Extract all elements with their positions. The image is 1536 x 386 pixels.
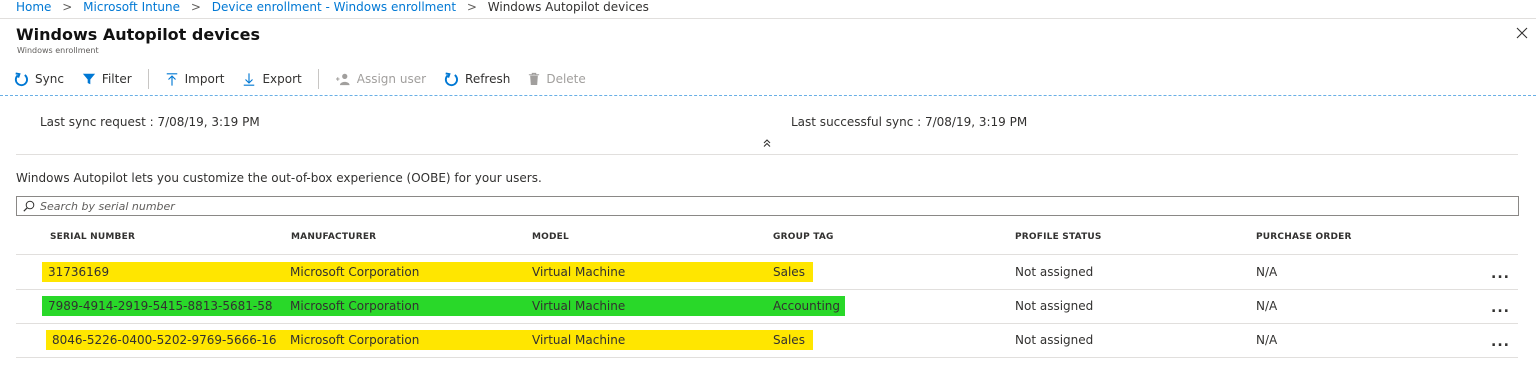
close-icon[interactable]	[1514, 25, 1530, 41]
toolbar-divider	[317, 69, 319, 89]
profile-status-cell: Not assigned	[1015, 333, 1094, 347]
purchase-order-cell: N/A	[1256, 299, 1278, 313]
table-header: SERIAL NUMBER MANUFACTURER MODEL GROUP T…	[0, 228, 1536, 248]
profile-status-cell: Not assigned	[1015, 299, 1094, 313]
more-options-button[interactable]: ...	[1491, 332, 1510, 352]
search-icon	[23, 200, 35, 212]
serial-number-cell: 7989-4914-2919-5415-8813-5681-58	[42, 296, 290, 316]
description-text: Windows Autopilot lets you customize the…	[16, 171, 542, 185]
refresh-button[interactable]: Refresh	[444, 71, 511, 87]
manufacturer-cell: Microsoft Corporation	[284, 330, 528, 350]
purchase-order-cell: N/A	[1256, 265, 1278, 279]
group-tag-cell: Sales	[767, 262, 813, 282]
group-tag-cell: Sales	[767, 330, 813, 350]
sync-icon	[14, 71, 28, 86]
import-label: Import	[184, 72, 225, 86]
manufacturer-cell: Microsoft Corporation	[284, 296, 528, 316]
refresh-label: Refresh	[465, 72, 511, 86]
serial-number-cell: 31736169	[42, 262, 290, 282]
search-box[interactable]	[16, 196, 1519, 216]
breadcrumb-intune-link[interactable]: Microsoft Intune	[83, 0, 180, 14]
column-header-model[interactable]: MODEL	[532, 232, 569, 242]
filter-button[interactable]: Filter	[82, 72, 132, 86]
import-icon	[166, 72, 177, 86]
export-label: Export	[262, 72, 302, 86]
filter-icon	[82, 73, 96, 85]
header-divider	[0, 18, 1536, 19]
column-header-serial-number[interactable]: SERIAL NUMBER	[50, 232, 135, 242]
search-input[interactable]	[40, 198, 1510, 214]
delete-label: Delete	[546, 72, 586, 86]
table-header-divider	[16, 254, 1518, 255]
last-successful-sync: Last successful sync : 7/08/19, 3:19 PM	[791, 115, 1028, 129]
column-header-group-tag[interactable]: GROUP TAG	[773, 232, 834, 242]
profile-status-cell: Not assigned	[1015, 265, 1094, 279]
column-header-manufacturer[interactable]: MANUFACTURER	[291, 232, 376, 242]
assign-user-label: Assign user	[356, 72, 427, 86]
more-options-button[interactable]: ...	[1491, 298, 1510, 318]
toolbar-divider-line	[0, 95, 1536, 96]
table-row[interactable]: 31736169 Microsoft Corporation Virtual M…	[16, 256, 1518, 290]
model-cell: Virtual Machine	[526, 296, 768, 316]
more-options-button[interactable]: ...	[1491, 264, 1510, 284]
collapse-up-icon[interactable]	[762, 138, 772, 148]
breadcrumb-current: Windows Autopilot devices	[487, 0, 649, 14]
page-title: Windows Autopilot devices	[16, 25, 260, 44]
delete-icon	[529, 72, 540, 85]
import-button[interactable]: Import	[165, 72, 225, 87]
breadcrumb-separator: >	[62, 0, 73, 14]
table-row[interactable]: 8046-5226-0400-5202-9769-5666-16 Microso…	[16, 324, 1518, 358]
serial-number-cell: 8046-5226-0400-5202-9769-5666-16	[46, 330, 290, 350]
assign-user-icon	[335, 73, 350, 86]
model-cell: Virtual Machine	[526, 262, 768, 282]
manufacturer-cell: Microsoft Corporation	[284, 262, 528, 282]
sync-button[interactable]: Sync	[14, 71, 64, 87]
command-bar: Sync Filter Import Export Assign user Re…	[14, 66, 604, 92]
toolbar-divider	[147, 69, 149, 89]
breadcrumb-separator: >	[466, 0, 477, 14]
group-tag-cell: Accounting	[767, 296, 845, 316]
column-header-profile-status[interactable]: PROFILE STATUS	[1015, 232, 1102, 242]
model-cell: Virtual Machine	[526, 330, 768, 350]
export-button[interactable]: Export	[242, 72, 302, 87]
table-row[interactable]: 7989-4914-2919-5415-8813-5681-58 Microso…	[16, 290, 1518, 324]
delete-button[interactable]: Delete	[528, 72, 586, 86]
purchase-order-cell: N/A	[1256, 333, 1278, 347]
info-divider	[16, 154, 1518, 155]
sync-label: Sync	[35, 72, 64, 86]
breadcrumb-separator: >	[190, 0, 201, 14]
breadcrumb-home-link[interactable]: Home	[16, 0, 51, 14]
breadcrumb-enrollment-link[interactable]: Device enrollment - Windows enrollment	[212, 0, 456, 14]
last-sync-request: Last sync request : 7/08/19, 3:19 PM	[40, 115, 260, 129]
refresh-icon	[444, 71, 459, 86]
column-header-purchase-order[interactable]: PURCHASE ORDER	[1256, 232, 1352, 242]
breadcrumb: Home > Microsoft Intune > Device enrollm…	[16, 0, 649, 16]
page-subtitle: Windows enrollment	[17, 46, 99, 55]
assign-user-button[interactable]: Assign user	[335, 72, 426, 86]
filter-label: Filter	[101, 72, 132, 86]
export-icon	[244, 72, 255, 86]
